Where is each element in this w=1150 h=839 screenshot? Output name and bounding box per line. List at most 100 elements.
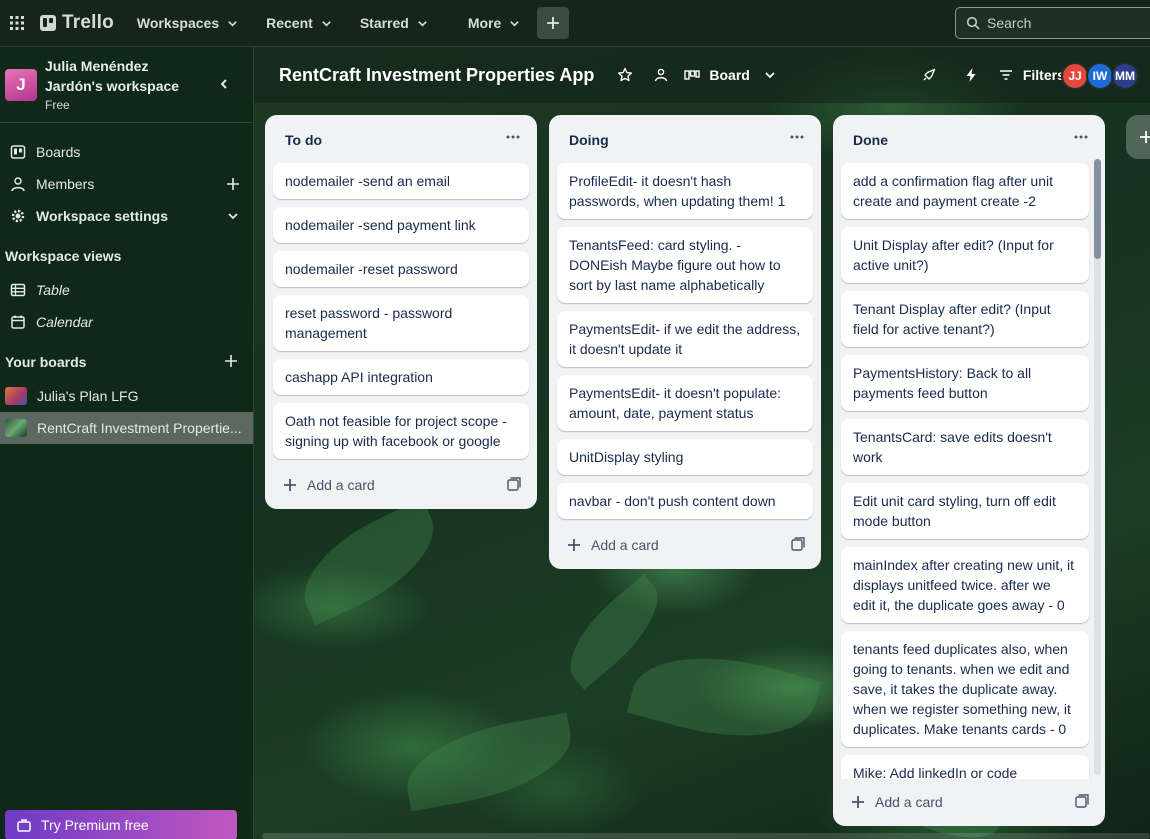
- sidebar-item-workspace-settings[interactable]: Workspace settings: [0, 200, 253, 232]
- try-premium-button[interactable]: Try Premium free: [5, 810, 237, 839]
- card[interactable]: cashapp API integration: [273, 359, 529, 395]
- board-title[interactable]: RentCraft Investment Properties App: [279, 65, 594, 86]
- star-board-button[interactable]: [610, 60, 640, 90]
- card-template-icon[interactable]: [507, 477, 521, 491]
- sidebar-board-julias-plan[interactable]: Julia's Plan LFG: [0, 380, 253, 412]
- nav-workspaces[interactable]: Workspaces: [128, 7, 247, 39]
- sidebar-board-rentcraft[interactable]: RentCraft Investment Propertie...: [0, 412, 253, 444]
- rocket-icon: [923, 68, 936, 81]
- card[interactable]: reset password - password management: [273, 295, 529, 351]
- member-initials: MM: [1115, 69, 1135, 83]
- plus-icon: [568, 539, 580, 551]
- add-member-button[interactable]: [223, 177, 243, 191]
- nav-more[interactable]: More: [459, 7, 529, 39]
- search-input[interactable]: Search: [955, 7, 1150, 39]
- background-leaf: [626, 635, 822, 759]
- add-card-button[interactable]: Add a card: [841, 786, 1097, 818]
- workspace-name[interactable]: Julia Menéndez Jardón's workspace: [45, 56, 210, 96]
- app-switcher-icon[interactable]: [0, 0, 34, 47]
- plus-icon: [227, 178, 239, 190]
- card[interactable]: nodemailer -send payment link: [273, 207, 529, 243]
- chevron-down-icon: [322, 20, 331, 27]
- power-ups-button[interactable]: [914, 60, 944, 90]
- more-icon[interactable]: [1073, 129, 1089, 145]
- sidebar-item-boards[interactable]: Boards: [0, 136, 253, 168]
- filters-button[interactable]: Filters: [998, 67, 1065, 83]
- trello-logo-icon: [40, 15, 56, 31]
- calendar-icon: [11, 315, 25, 329]
- more-icon[interactable]: [789, 129, 805, 145]
- sidebar-item-calendar[interactable]: Calendar: [0, 306, 253, 338]
- list-title[interactable]: Doing: [569, 132, 609, 148]
- card[interactable]: TenantsFeed: card styling. - DONEish May…: [557, 227, 813, 303]
- nav-more-label: More: [467, 15, 502, 31]
- card[interactable]: nodemailer -send an email: [273, 163, 529, 199]
- expand-settings-button[interactable]: [223, 210, 243, 222]
- add-card-label: Add a card: [591, 537, 659, 553]
- card[interactable]: nodemailer -reset password: [273, 251, 529, 287]
- card[interactable]: PaymentsEdit- if we edit the address, it…: [557, 311, 813, 367]
- card[interactable]: TenantsCard: save edits doesn't work: [841, 419, 1089, 475]
- card[interactable]: Oath not feasible for project scope - si…: [273, 403, 529, 459]
- member-avatar[interactable]: IW: [1086, 62, 1114, 90]
- card[interactable]: Mike: Add linkedIn or code: [841, 755, 1089, 779]
- automation-button[interactable]: [956, 60, 986, 90]
- board-members: JJ IW MM: [1061, 62, 1139, 90]
- sidebar-board-label: Julia's Plan LFG: [37, 388, 139, 404]
- list-done: Done add a confirmation flag after unit …: [833, 115, 1105, 826]
- board-thumbnail: [5, 419, 27, 437]
- visibility-button[interactable]: [646, 60, 676, 90]
- filters-label: Filters: [1022, 67, 1065, 83]
- trello-logo[interactable]: Trello: [40, 0, 114, 47]
- list-title[interactable]: Done: [853, 132, 888, 148]
- workspace-avatar[interactable]: J: [5, 69, 37, 101]
- chevron-down-icon: [228, 20, 237, 27]
- gear-icon: [11, 209, 25, 223]
- board-view-switcher[interactable]: Board: [684, 67, 775, 83]
- card[interactable]: Unit Display after edit? (Input for acti…: [841, 227, 1089, 283]
- chevron-down-icon: [510, 20, 520, 27]
- collapse-sidebar-button[interactable]: [215, 75, 233, 93]
- add-card-button[interactable]: Add a card: [557, 529, 813, 561]
- sidebar-item-members[interactable]: Members: [0, 168, 253, 200]
- card[interactable]: UnitDisplay styling: [557, 439, 813, 475]
- board-horizontal-scrollbar[interactable]: [262, 833, 1150, 839]
- sidebar-item-label: Boards: [36, 144, 81, 160]
- list-scrollbar[interactable]: [1094, 159, 1101, 775]
- sidebar-item-label: Members: [36, 176, 95, 192]
- card-template-icon[interactable]: [1075, 794, 1089, 808]
- list-cards-scroll-area[interactable]: add a confirmation flag after unit creat…: [833, 159, 1105, 779]
- chevron-down-icon: [228, 213, 238, 220]
- nav-workspaces-label: Workspaces: [136, 15, 220, 31]
- card[interactable]: Tenant Display after edit? (Input field …: [841, 291, 1089, 347]
- chevron-down-icon: [765, 72, 775, 79]
- list-title[interactable]: To do: [285, 132, 322, 148]
- nav-recent[interactable]: Recent: [257, 7, 341, 39]
- list-scrollbar-thumb[interactable]: [1094, 159, 1101, 259]
- member-avatar[interactable]: JJ: [1061, 62, 1089, 90]
- create-board-button[interactable]: [224, 354, 242, 372]
- card[interactable]: Edit unit card styling, turn off edit mo…: [841, 483, 1089, 539]
- nav-starred[interactable]: Starred: [351, 7, 437, 39]
- card[interactable]: ProfileEdit- it doesn't hash passwords, …: [557, 163, 813, 219]
- card[interactable]: mainIndex after creating new unit, it di…: [841, 547, 1089, 623]
- add-list-button[interactable]: [1126, 115, 1150, 159]
- plus-icon: [547, 17, 560, 29]
- card[interactable]: tenants feed duplicates also, when going…: [841, 631, 1089, 747]
- card[interactable]: PaymentsEdit- it doesn't populate: amoun…: [557, 375, 813, 431]
- sidebar-item-label: Calendar: [36, 314, 93, 330]
- more-icon[interactable]: [505, 129, 521, 145]
- card-template-icon[interactable]: [791, 537, 805, 551]
- board-view-label: Board: [709, 67, 750, 83]
- add-card-button[interactable]: Add a card: [273, 469, 529, 501]
- filter-icon: [999, 70, 1012, 80]
- create-button[interactable]: [537, 7, 570, 39]
- card[interactable]: navbar - don't push content down: [557, 483, 813, 519]
- card[interactable]: PaymentsHistory: Back to all payments fe…: [841, 355, 1089, 411]
- member-avatar[interactable]: MM: [1111, 62, 1139, 90]
- member-initials: JJ: [1068, 69, 1082, 83]
- card[interactable]: add a confirmation flag after unit creat…: [841, 163, 1089, 219]
- sidebar-item-table[interactable]: Table: [0, 274, 253, 306]
- app-name: Trello: [62, 12, 114, 33]
- member-initials: IW: [1092, 69, 1108, 83]
